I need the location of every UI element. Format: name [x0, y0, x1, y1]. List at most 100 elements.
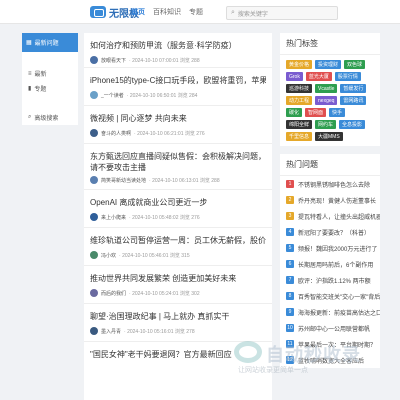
- list-item[interactable]: 微视频 | 同心逐梦 共向未来 奋斗的人类啊 · 2024-10-10 06:2…: [84, 106, 272, 144]
- post-title[interactable]: 如何治疗和预防甲流（服务意·科学防疫）: [90, 40, 266, 51]
- search-icon: ⌕: [231, 9, 235, 16]
- tag-chip[interactable]: 投资理财: [315, 60, 342, 69]
- author-name[interactable]: _一个读者: [101, 92, 124, 99]
- avatar[interactable]: [90, 91, 98, 99]
- tag-chip[interactable]: 大疆MMS: [315, 132, 343, 141]
- tag-chip[interactable]: 动力工程: [286, 96, 313, 105]
- post-meta: _一个读者 · 2024-10-10 06:50:01 浏览 284: [90, 91, 266, 99]
- tag-chip[interactable]: nexgeq: [315, 96, 338, 105]
- right-column: 热门标签 黄金价格 投资理财 双色球 Grok 蓝光大厦 股票行情 巡游科技 Vcastle 暂…: [280, 33, 380, 376]
- sidebar-item-topics[interactable]: ▮ 专题: [22, 81, 78, 96]
- bookmark-icon: ▮: [28, 86, 32, 92]
- post-stats: · 2024-10-10 05:16:01 浏览 278: [124, 328, 195, 335]
- hot-question-text[interactable]: 苏州邮中心一公用联营都帆: [298, 324, 370, 333]
- nav-encyclopedia[interactable]: 百科知识: [153, 7, 181, 17]
- hot-question-item[interactable]: 3 提瓦特看人，让撞头出超威机器: [280, 208, 380, 224]
- hot-question-item[interactable]: 5 频报！魏因我2000万元进行了: [280, 240, 380, 256]
- tag-chip[interactable]: 巡游科技: [286, 84, 313, 93]
- nav-topics[interactable]: 专题: [189, 7, 203, 17]
- tag-chip[interactable]: 雷网路讯: [340, 96, 367, 105]
- list-item[interactable]: 维珍轨道公司暂停运营一周：员工休无薪假，股价暴跌50% 冯小欢 · 2024-1…: [84, 228, 272, 266]
- author-name[interactable]: 奋斗的人类啊: [101, 130, 131, 137]
- tag-chip[interactable]: 股票行情: [334, 72, 361, 81]
- avatar[interactable]: [90, 129, 98, 137]
- post-title[interactable]: "国民女神"老干妈要退网？官方最新回应: [90, 349, 266, 360]
- avatar[interactable]: [90, 289, 98, 297]
- author-name[interactable]: 来上小爬来: [101, 214, 126, 221]
- tag-chip[interactable]: 智网面: [305, 108, 327, 117]
- rank-badge: 8: [286, 292, 294, 300]
- hot-question-text[interactable]: 乔丹亮现！黄健人伤逝董事长: [298, 196, 376, 205]
- list-item[interactable]: 如何治疗和预防甲流（服务意·科学防疫） 放眼看天下 · 2024-10-10 0…: [84, 33, 272, 68]
- tag-chip[interactable]: Grok: [286, 72, 303, 81]
- hot-question-text[interactable]: 不锈钢黑锈咖啡色怎么去除: [298, 180, 370, 189]
- post-stats: · 2024-10-10 06:13:01 浏览 288: [149, 177, 220, 184]
- tag-chip[interactable]: 网约车: [315, 120, 337, 129]
- sidebar-item-advanced-search[interactable]: ⌕ 高级搜索: [22, 110, 78, 125]
- rank-badge: 6: [286, 260, 294, 268]
- hot-question-item[interactable]: 12 蓝牧哺哨数宽大全客应后: [280, 352, 380, 368]
- hot-question-item[interactable]: 8 百秀智能交班关"交心一家"背后: [280, 288, 380, 304]
- hot-question-text[interactable]: 长期居用吗前后，6个副作用: [298, 260, 373, 269]
- tag-chip[interactable]: 蓝光大厦: [305, 72, 332, 81]
- hot-question-item[interactable]: 11 苹果最后一次：平台期时期？: [280, 336, 380, 352]
- hot-question-item[interactable]: 10 苏州邮中心一公用联营都帆: [280, 320, 380, 336]
- post-stats: · 2024-10-10 05:46:01 浏览 315: [119, 252, 190, 259]
- tag-chip[interactable]: 暂缓发行: [340, 84, 367, 93]
- avatar[interactable]: [90, 251, 98, 259]
- avatar[interactable]: [90, 327, 98, 335]
- author-name[interactable]: 而后的我们: [101, 290, 126, 297]
- rank-badge: 9: [286, 308, 294, 316]
- tag-chip[interactable]: 千里信息: [286, 132, 313, 141]
- post-stats: · 2024-10-10 06:50:01 浏览 284: [126, 92, 198, 99]
- list-item[interactable]: OpenAI 离成就商业公司更近一步 来上小爬来 · 2024-10-10 05…: [84, 190, 272, 228]
- tag-chip[interactable]: 双色球: [344, 60, 366, 69]
- nav-home[interactable]: 首页: [131, 7, 145, 17]
- hot-question-text[interactable]: 苹果最后一次：平台期时期？: [298, 340, 376, 349]
- tag-chip[interactable]: 碳化: [286, 108, 303, 117]
- hot-question-text[interactable]: 欧评：沪指跌1.12% 两市额: [298, 276, 371, 285]
- hot-question-item[interactable]: 1 不锈钢黑锈咖啡色怎么去除: [280, 176, 380, 192]
- post-title[interactable]: OpenAI 离成就商业公司更近一步: [90, 197, 266, 208]
- hot-question-item[interactable]: 4 新冠阳了要要改？（科普）: [280, 224, 380, 240]
- list-item[interactable]: "国民女神"老干妈要退网？官方最新回应: [84, 342, 272, 380]
- tag-chip[interactable]: 快手: [329, 108, 346, 117]
- list-item[interactable]: 聊望·治国理政纪事 | 马上就办 真抓实干 墨入丹青 · 2024-10-10 …: [84, 304, 272, 342]
- tag-chip[interactable]: Vcastle: [315, 84, 338, 93]
- avatar[interactable]: [90, 213, 98, 221]
- post-title[interactable]: 微视频 | 同心逐梦 共向未来: [90, 113, 266, 124]
- hot-question-item[interactable]: 7 欧评：沪指跌1.12% 两市额: [280, 272, 380, 288]
- hot-question-text[interactable]: 蓝牧哺哨数宽大全客应后: [298, 356, 364, 365]
- author-name[interactable]: 冯小欢: [101, 252, 116, 259]
- tag-chip[interactable]: 全息投影: [339, 120, 366, 129]
- tag-chip[interactable]: 绵阳全鲜: [286, 120, 313, 129]
- list-item[interactable]: 推动世界共同发展繁荣 创造更加美好未来 而后的我们 · 2024-10-10 0…: [84, 266, 272, 304]
- post-title[interactable]: 聊望·治国理政纪事 | 马上就办 真抓实干: [90, 311, 266, 322]
- author-name[interactable]: 墨入丹青: [101, 328, 121, 335]
- sidebar-header[interactable]: ▦ 最新问题: [22, 33, 78, 52]
- hot-question-text[interactable]: 提瓦特看人，让撞头出超威机器: [298, 212, 380, 221]
- avatar[interactable]: [90, 176, 98, 184]
- post-title[interactable]: 东方甄选回应直播间疑似售假：会积极解决问题，请不要攻击主播: [90, 151, 266, 173]
- post-meta: 放眼看天下 · 2024-10-10 07:00:01 浏览 288: [90, 56, 266, 64]
- hot-question-item[interactable]: 2 乔丹亮现！黄健人伤逝董事长: [280, 192, 380, 208]
- search-input[interactable]: ⌕ 搜索关键字: [226, 6, 338, 20]
- tag-chip[interactable]: 黄金价格: [286, 60, 313, 69]
- main-nav: 首页 百科知识 专题: [131, 0, 203, 24]
- hot-question-item[interactable]: 6 长期居用吗前后，6个副作用: [280, 256, 380, 272]
- hot-question-text[interactable]: 百秀智能交班关"交心一家"背后: [298, 292, 380, 301]
- hot-question-text[interactable]: 新冠阳了要要改？（科普）: [298, 228, 370, 237]
- list-item[interactable]: iPhone15的type-C接口玩手段，欧盟将重罚，苹果会妥协么？ _一个读者…: [84, 68, 272, 106]
- post-title[interactable]: 维珍轨道公司暂停运营一周：员工休无薪假，股价暴跌50%: [90, 235, 266, 246]
- avatar[interactable]: [90, 56, 98, 64]
- post-title[interactable]: 推动世界共同发展繁荣 创造更加美好未来: [90, 273, 266, 284]
- list-item[interactable]: 东方甄选回应直播间疑似售假：会积极解决问题，请不要攻击主播 简笑哥新幼当读处地 …: [84, 144, 272, 190]
- hot-question-text[interactable]: 频报！魏因我2000万元进行了: [298, 244, 377, 253]
- hot-question-text[interactable]: 海海报更新：前疫苗高估达之口: [298, 308, 380, 317]
- hot-question-item[interactable]: 9 海海报更新：前疫苗高估达之口: [280, 304, 380, 320]
- sidebar-item-latest[interactable]: ≡ 最新: [22, 66, 78, 81]
- author-name[interactable]: 放眼看天下: [101, 57, 126, 64]
- author-name[interactable]: 简笑哥新幼当读处地: [101, 177, 146, 184]
- post-title[interactable]: iPhone15的type-C接口玩手段，欧盟将重罚，苹果会妥协么？: [90, 75, 266, 86]
- post-meta: 而后的我们 · 2024-10-10 05:24:01 浏览 302: [90, 289, 266, 297]
